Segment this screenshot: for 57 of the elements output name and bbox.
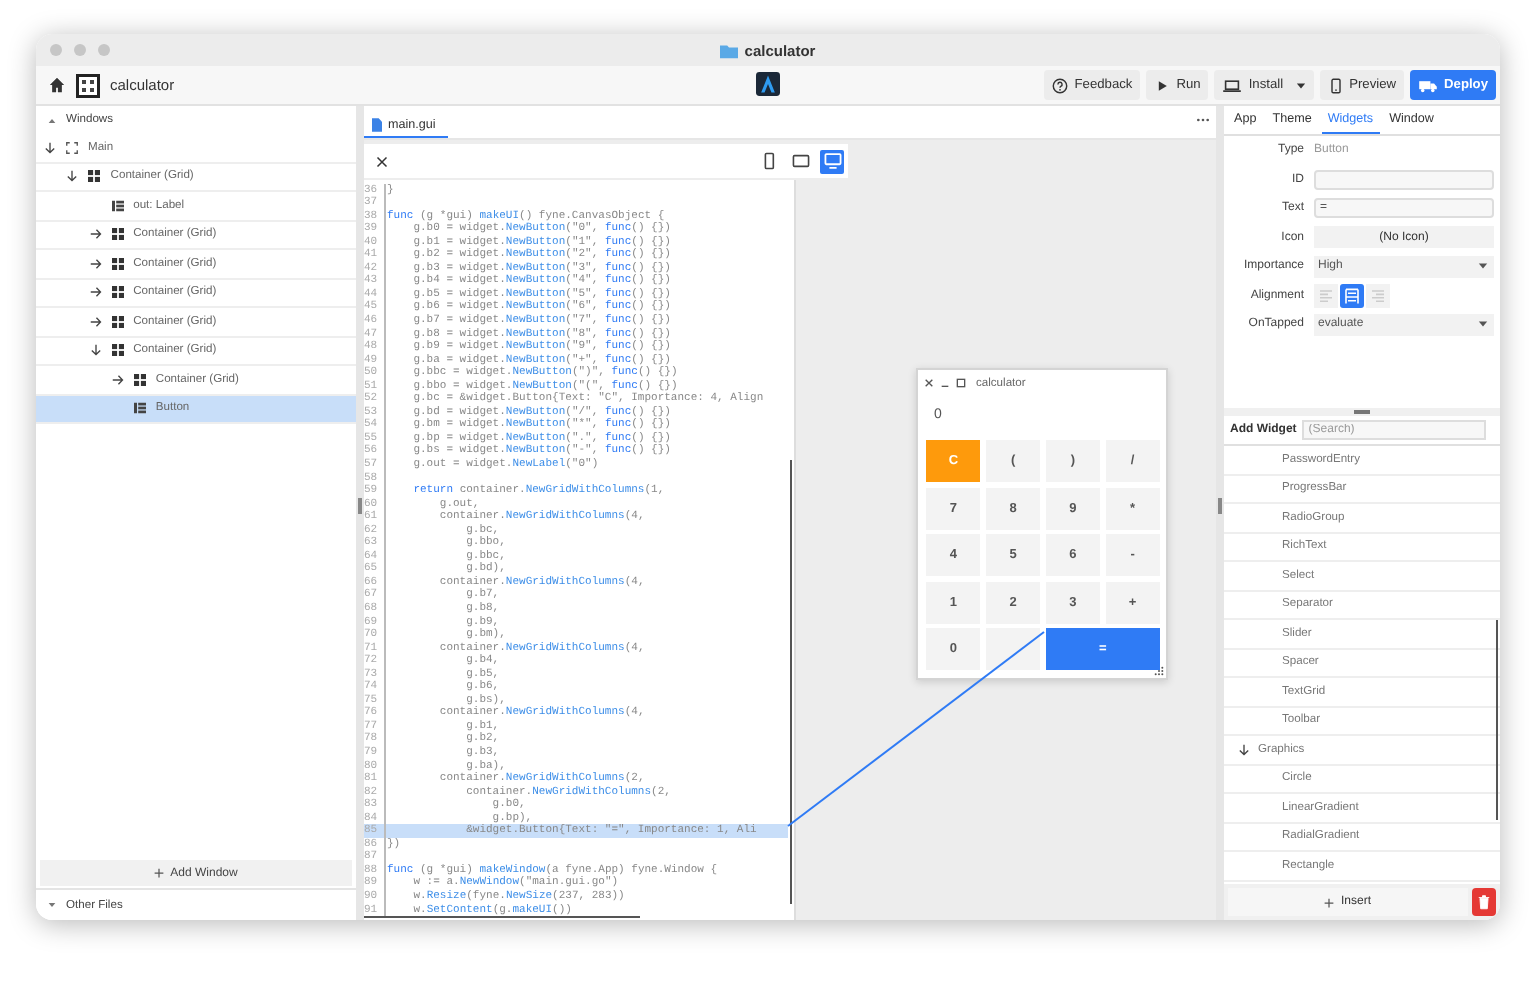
home-icon[interactable]	[48, 76, 66, 94]
grid-icon	[111, 228, 124, 241]
grid-icon	[111, 257, 124, 270]
zoom-dot[interactable]	[98, 44, 110, 56]
close-dot[interactable]	[50, 44, 62, 56]
delete-button[interactable]	[1472, 888, 1496, 916]
arrow-down-icon[interactable]	[44, 141, 56, 154]
arrow-right-icon[interactable]	[89, 257, 102, 270]
grid-icon	[88, 170, 101, 183]
arrow-right-icon[interactable]	[89, 315, 102, 328]
arrow-right-icon[interactable]	[89, 228, 102, 241]
input-field[interactable]	[1314, 169, 1494, 190]
caret-icon[interactable]	[1295, 81, 1306, 89]
align-right-icon	[1370, 287, 1386, 304]
scrollbar[interactable]	[364, 915, 640, 918]
list-icon	[111, 199, 124, 212]
split-handle[interactable]	[1354, 410, 1370, 414]
collapse-icon[interactable]	[48, 117, 56, 123]
close-icon[interactable]	[376, 155, 388, 167]
play-icon	[1154, 77, 1171, 93]
device-button[interactable]	[788, 149, 812, 173]
arrow-down-icon[interactable]	[1238, 743, 1250, 756]
phone-icon	[1327, 77, 1344, 93]
arrow-down-icon[interactable]	[66, 170, 79, 183]
trash-icon	[1478, 894, 1490, 910]
caret-icon[interactable]	[1478, 262, 1488, 271]
split-handle[interactable]	[358, 498, 361, 514]
folder-icon	[720, 41, 739, 59]
truck-icon	[1418, 77, 1439, 93]
close-icon[interactable]	[924, 378, 934, 388]
grid-icon	[111, 315, 124, 328]
arrow-right-icon[interactable]	[111, 373, 124, 386]
split-handle[interactable]	[1218, 498, 1221, 514]
laptop-icon	[1222, 77, 1243, 93]
maximize-icon[interactable]	[956, 378, 966, 388]
calculator-key[interactable]	[985, 628, 1041, 670]
plus-icon	[1324, 897, 1335, 907]
logo-icon	[756, 72, 780, 96]
help-icon	[1052, 77, 1069, 93]
arrow-down-icon[interactable]	[89, 344, 102, 357]
grid-icon	[111, 286, 124, 299]
scrollbar[interactable]	[789, 460, 792, 904]
grid-icon	[133, 373, 146, 386]
align-left-icon	[1318, 287, 1334, 304]
calculator-icon[interactable]	[76, 73, 100, 97]
plus-icon	[154, 868, 165, 878]
file-icon	[372, 117, 382, 131]
caret-icon[interactable]	[1478, 320, 1488, 329]
expand-icon[interactable]	[48, 902, 56, 908]
list-icon	[133, 402, 146, 415]
alignment-button[interactable]	[1340, 283, 1364, 308]
scrollbar[interactable]	[1495, 620, 1498, 820]
minimize-dot[interactable]	[74, 44, 86, 56]
frame-icon	[66, 141, 78, 154]
arrow-right-icon[interactable]	[89, 286, 102, 299]
align-center-icon	[1344, 287, 1360, 304]
grid-icon	[111, 344, 124, 357]
